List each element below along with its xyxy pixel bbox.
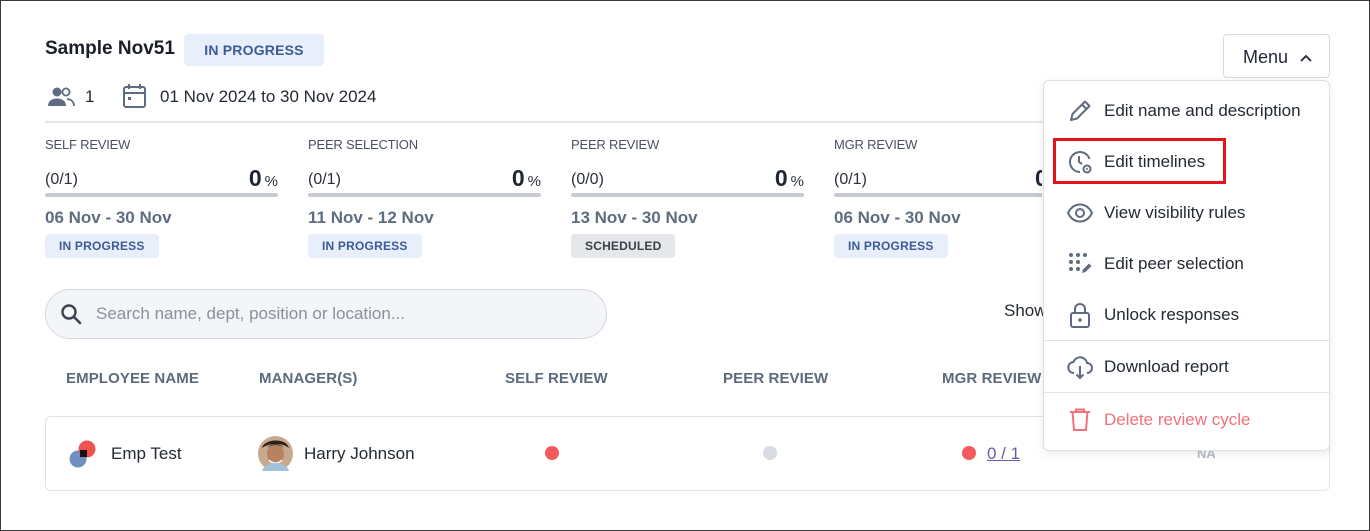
edit-timelines-highlight-box	[1053, 138, 1226, 184]
stage-status-badge: IN PROGRESS	[308, 234, 422, 258]
stage-progress-bar	[834, 193, 1042, 197]
stage-status-badge: IN PROGRESS	[45, 234, 159, 258]
calendar-icon	[122, 83, 148, 109]
stage-percent: 0%	[774, 165, 804, 191]
trash-icon	[1067, 407, 1093, 433]
stage-progress-bar	[308, 193, 541, 197]
menu-divider	[1044, 340, 1329, 341]
column-header-employee[interactable]: EMPLOYEE NAME	[66, 370, 199, 387]
employee-name[interactable]: Emp Test	[111, 444, 182, 464]
stage-status-badge: IN PROGRESS	[834, 234, 948, 258]
search-box[interactable]: Search name, dept, position or location.…	[45, 289, 607, 339]
search-input[interactable]: Search name, dept, position or location.…	[96, 304, 405, 324]
stage-count: (0/1)	[834, 171, 867, 188]
show-filter-label[interactable]: Show	[1004, 301, 1047, 321]
menu-item-edit-name[interactable]: Edit name and description	[1044, 89, 1329, 133]
dots-grid-icon	[1067, 251, 1093, 277]
column-header-self-review[interactable]: SELF REVIEW	[505, 370, 608, 387]
search-icon	[60, 303, 82, 325]
stage-count: (0/1)	[308, 171, 341, 188]
mgr-review-count-link[interactable]: 0 / 1	[987, 444, 1020, 464]
stage-percent: 0%	[248, 165, 278, 191]
stage-progress-bar	[571, 193, 804, 197]
menu-item-peer-selection[interactable]: Edit peer selection	[1044, 242, 1329, 286]
stage-label: PEER SELECTION	[308, 137, 418, 152]
stage-count: (0/1)	[45, 171, 78, 188]
stage-dates: 11 Nov - 12 Nov	[308, 208, 434, 227]
self-review-status-dot	[545, 446, 559, 460]
peer-review-status-dot	[763, 446, 777, 460]
menu-item-delete-cycle[interactable]: Delete review cycle	[1044, 398, 1329, 442]
users-icon	[47, 85, 75, 109]
pencil-icon	[1067, 98, 1093, 124]
stage-mgr-review: MGR REVIEW (0/1) 0% 06 Nov - 30 Nov IN P…	[834, 130, 1042, 265]
stage-dates: 06 Nov - 30 Nov	[45, 208, 172, 227]
mgr-review-status-dot	[962, 446, 976, 460]
manager-avatar	[258, 436, 293, 471]
stage-label: MGR REVIEW	[834, 137, 918, 152]
stage-dates: 13 Nov - 30 Nov	[571, 208, 698, 227]
stage-count: (0/0)	[571, 171, 604, 188]
stage-percent: 0%	[511, 165, 541, 191]
menu-item-unlock-responses[interactable]: Unlock responses	[1044, 293, 1329, 337]
header-divider	[45, 121, 1045, 123]
cycle-title: Sample Nov51	[45, 38, 175, 59]
employee-avatar	[67, 439, 99, 469]
stage-dates: 06 Nov - 30 Nov	[834, 208, 961, 227]
stage-percent: 0%	[1035, 165, 1042, 191]
date-range: 01 Nov 2024 to 30 Nov 2024	[160, 87, 377, 106]
stage-peer-selection: PEER SELECTION (0/1) 0% 11 Nov - 12 Nov …	[308, 130, 548, 265]
menu-button[interactable]: Menu	[1223, 34, 1330, 78]
stage-progress-bar	[45, 193, 278, 197]
column-header-manager[interactable]: MANAGER(S)	[259, 370, 358, 387]
column-header-mgr-review[interactable]: MGR REVIEW	[942, 370, 1041, 387]
column-header-peer-review[interactable]: PEER REVIEW	[723, 370, 828, 387]
stage-status-badge: SCHEDULED	[571, 234, 676, 258]
stage-peer-review: PEER REVIEW (0/0) 0% 13 Nov - 30 Nov SCH…	[571, 130, 811, 265]
cloud-download-icon	[1067, 354, 1093, 380]
manager-name[interactable]: Harry Johnson	[304, 444, 415, 464]
menu-item-visibility-rules[interactable]: View visibility rules	[1044, 191, 1329, 235]
menu-divider	[1044, 392, 1329, 393]
stage-label: PEER REVIEW	[571, 137, 660, 152]
menu-dropdown: Edit name and description Edit timelines…	[1043, 80, 1330, 451]
chevron-up-icon	[1299, 50, 1313, 71]
eye-icon	[1066, 200, 1094, 226]
menu-item-download-report[interactable]: Download report	[1044, 345, 1329, 389]
stage-label: SELF REVIEW	[45, 137, 131, 152]
lock-icon	[1067, 302, 1093, 328]
cycle-status-badge: IN PROGRESS	[184, 34, 324, 66]
participant-count: 1	[85, 87, 95, 106]
menu-button-label: Menu	[1243, 47, 1289, 67]
stage-self-review: SELF REVIEW (0/1) 0% 06 Nov - 30 Nov IN …	[45, 130, 285, 265]
